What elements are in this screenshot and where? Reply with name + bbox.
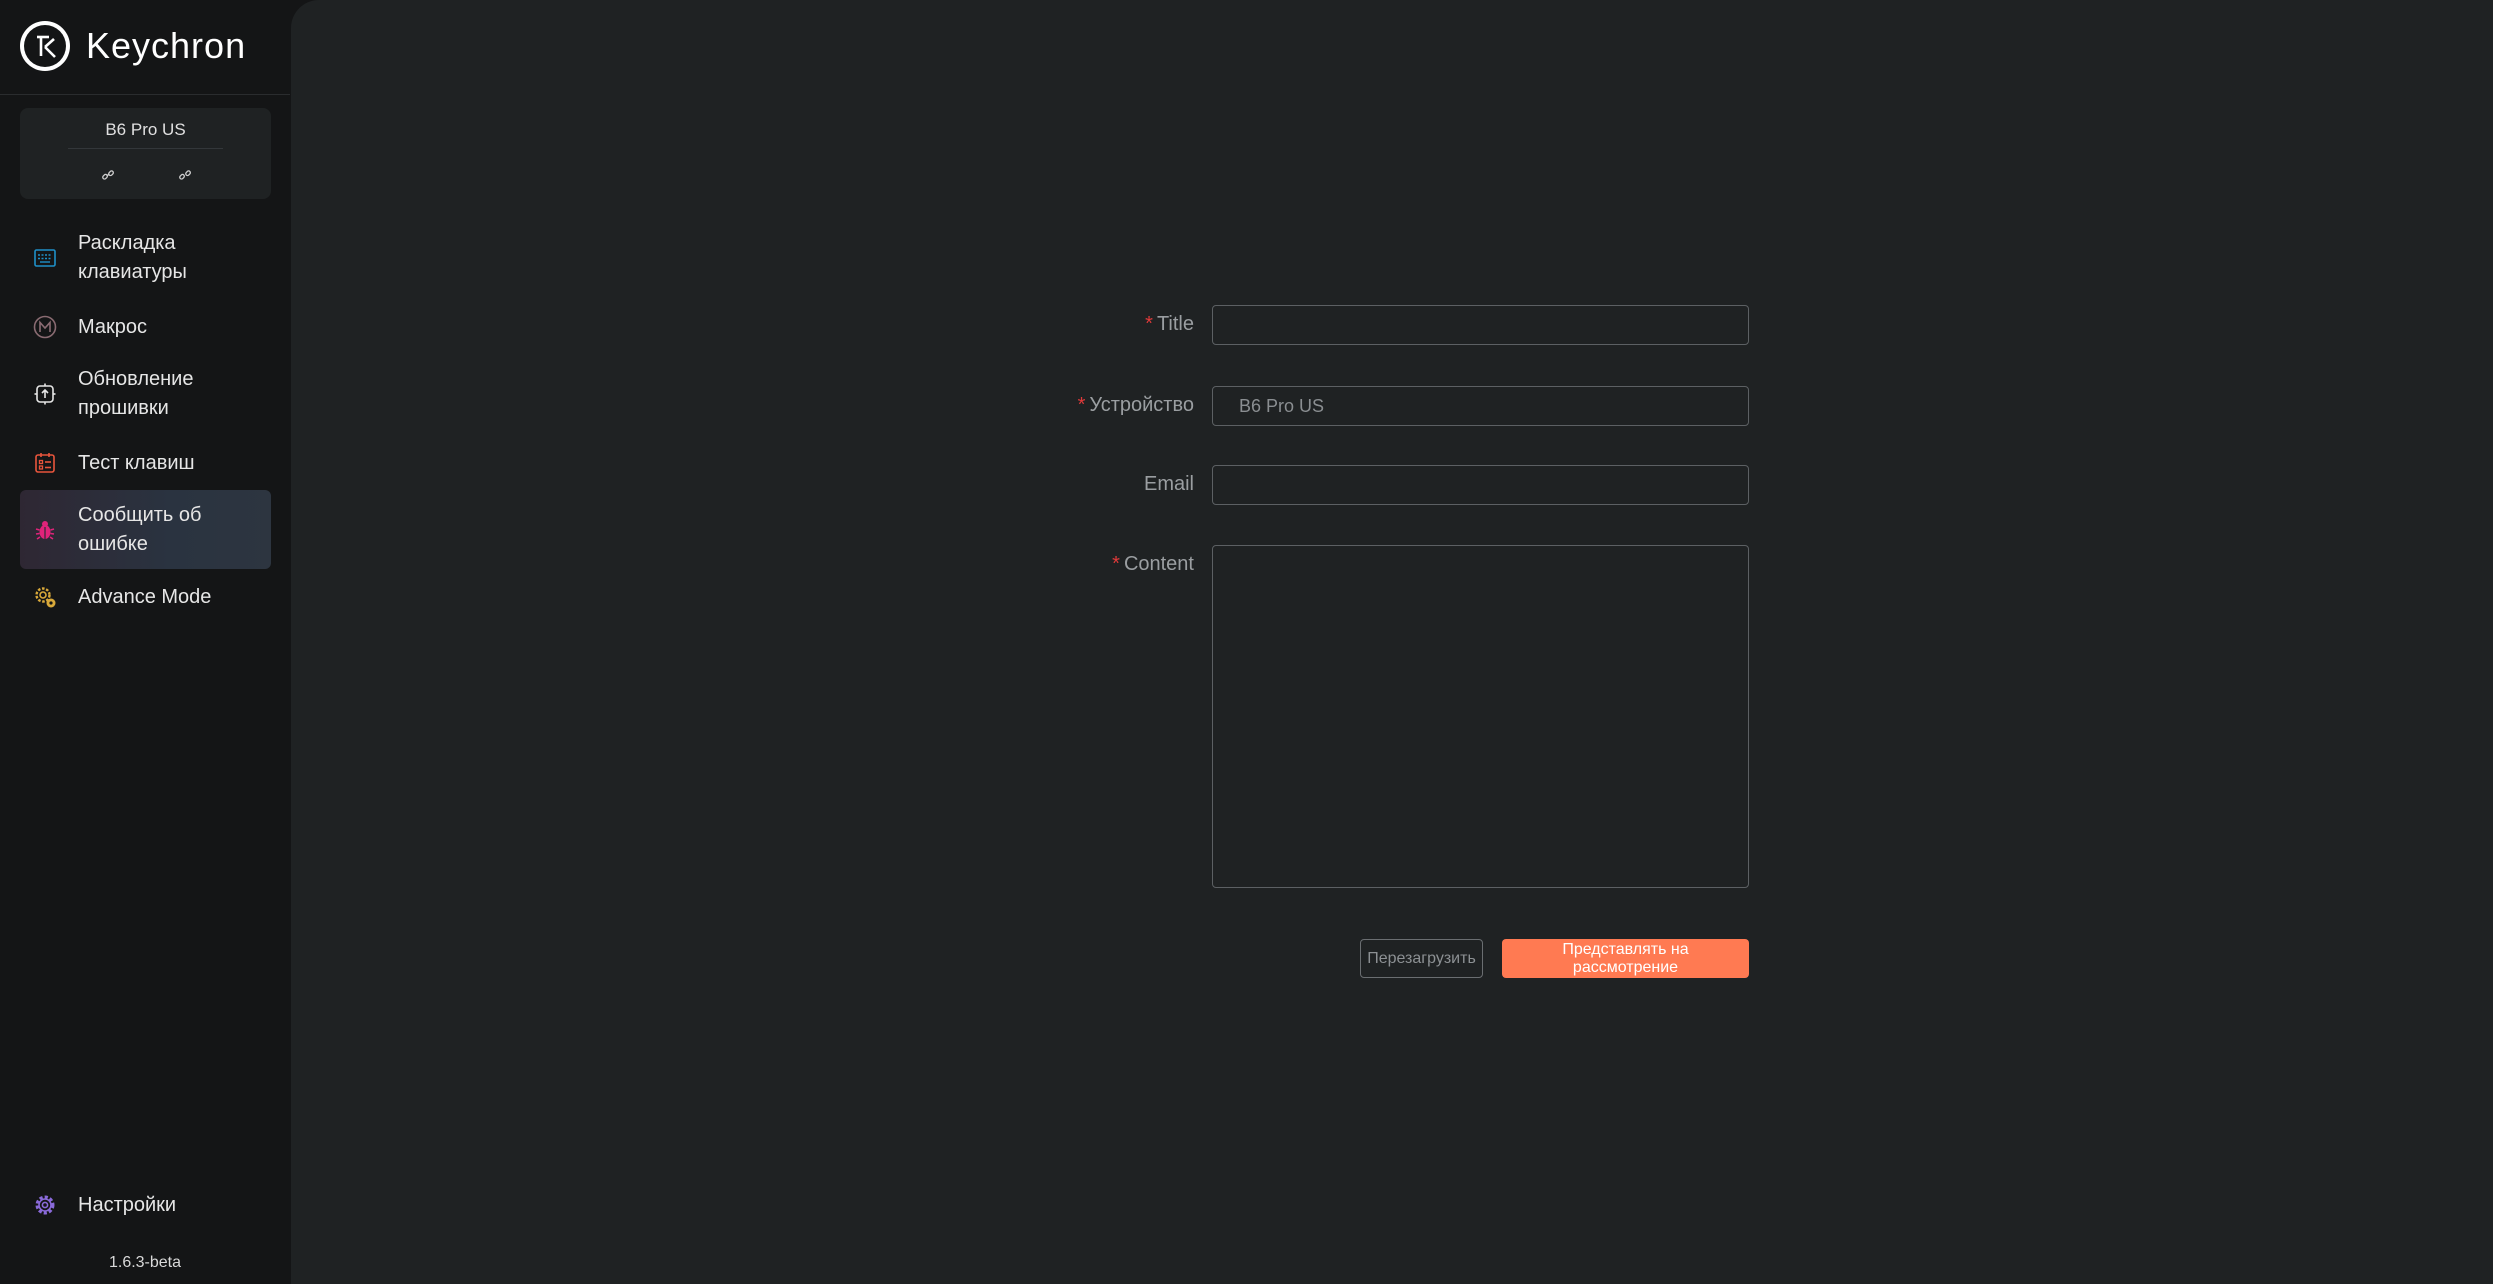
sidebar-divider <box>0 94 290 95</box>
sidebar-item-advance-mode[interactable]: Advance Mode <box>20 580 271 614</box>
key-test-icon <box>32 450 58 476</box>
sidebar: Keychron B6 Pro US Раскладка клавиатуры … <box>0 0 290 1284</box>
sidebar-item-report-bug[interactable]: Сообщить об ошибке <box>20 490 271 569</box>
device-card-divider <box>68 148 223 149</box>
sidebar-item-label: Раскладка <box>78 232 176 254</box>
reset-button[interactable]: Перезагрузить <box>1360 939 1483 978</box>
email-input[interactable] <box>1212 465 1749 505</box>
sidebar-item-label: клавиатуры <box>78 261 187 283</box>
main-panel: *Title *Устройство Email *Content Переза… <box>291 0 2493 1284</box>
sidebar-item-label: Advance Mode <box>78 585 212 608</box>
submit-button[interactable]: Представлять на рассмотрение <box>1502 939 1749 978</box>
device-input[interactable] <box>1212 386 1749 426</box>
sidebar-item-label: Сообщить об <box>78 503 202 526</box>
device-name: B6 Pro US <box>105 120 186 139</box>
title-label: * Title <box>1145 313 1194 335</box>
gear-icon <box>32 1192 58 1218</box>
sidebar-item-label: Тест клавиш <box>78 451 195 474</box>
keychron-logo-icon <box>20 21 70 71</box>
link-icon[interactable] <box>99 166 117 184</box>
app-version: 1.6.3-beta <box>108 1254 182 1271</box>
app-logo: Keychron <box>20 20 246 72</box>
unlink-icon[interactable] <box>176 166 194 184</box>
required-marker: * <box>1145 313 1153 335</box>
sidebar-item-firmware-update[interactable]: Обновление прошивки <box>20 364 271 424</box>
macro-m-icon <box>32 314 58 340</box>
email-label: Email <box>1143 473 1194 495</box>
sidebar-item-label: Настройки <box>78 1193 177 1216</box>
required-marker: * <box>1112 553 1120 575</box>
app-name: Keychron <box>86 25 247 66</box>
content-textarea[interactable] <box>1212 545 1749 888</box>
bug-icon <box>32 517 58 543</box>
content-label: * Content <box>1112 553 1194 575</box>
sidebar-item-label: ошибке <box>78 532 148 555</box>
keyboard-icon <box>32 245 58 271</box>
required-marker: * <box>1077 394 1086 416</box>
advance-mode-icon <box>32 584 58 610</box>
title-input[interactable] <box>1212 305 1749 345</box>
sidebar-item-keyboard-layout[interactable]: Раскладка клавиатуры <box>20 228 271 288</box>
device-label: * Устройство <box>1077 394 1194 416</box>
firmware-update-icon <box>32 381 58 407</box>
device-card: B6 Pro US <box>20 108 271 199</box>
sidebar-item-label: Обновление <box>78 368 194 390</box>
sidebar-item-label: прошивки <box>78 397 169 419</box>
sidebar-item-label: Макрос <box>78 315 148 338</box>
sidebar-item-key-test[interactable]: Тест клавиш <box>20 446 271 480</box>
sidebar-item-settings[interactable]: Настройки <box>20 1188 271 1222</box>
sidebar-item-macro[interactable]: Макрос <box>20 310 271 344</box>
